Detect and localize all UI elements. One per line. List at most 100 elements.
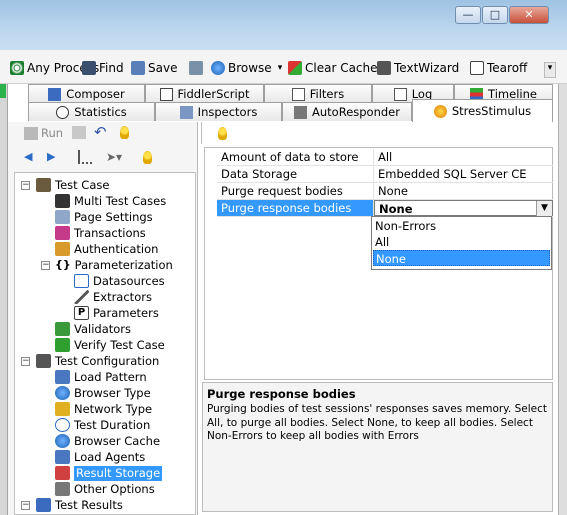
tree-item-browser-cache[interactable]: Browser Cache <box>55 433 160 449</box>
dropdown-arrow-icon[interactable]: ▼ <box>536 201 552 216</box>
cursor-icon[interactable]: ➤▾ <box>106 150 122 164</box>
tab-fiddlerscript[interactable]: FiddlerScript <box>145 84 264 103</box>
tree-item-validators[interactable]: Validators <box>55 321 131 337</box>
tree-item-parameters[interactable]: P Parameters <box>74 305 159 321</box>
datasource-icon <box>74 274 89 288</box>
camera-icon <box>189 61 203 75</box>
back-arrow-icon[interactable]: ◀ <box>24 150 32 163</box>
session-list-edge <box>0 84 8 515</box>
braces-icon: {} <box>55 258 71 271</box>
maximize-button[interactable]: □ <box>482 6 508 24</box>
checkmark-icon <box>55 338 70 352</box>
property-row[interactable]: Amount of data to store All <box>217 149 553 166</box>
tree-view-icon[interactable] <box>78 150 92 164</box>
results-icon <box>36 498 51 512</box>
target-icon <box>10 61 24 75</box>
transactions-icon <box>55 226 70 240</box>
inspectors-icon <box>179 105 193 119</box>
help-text: Purging bodies of test sessions' respons… <box>207 403 547 442</box>
wrench-icon <box>55 482 70 496</box>
tree-item-multi-test-cases[interactable]: Multi Test Cases <box>55 193 166 209</box>
tree-item-test-configuration[interactable]: Test Configuration <box>36 353 159 369</box>
divider <box>201 122 202 144</box>
multi-cases-icon <box>55 194 70 208</box>
tree-item-verify-test-case[interactable]: Verify Test Case <box>55 337 165 353</box>
find-button[interactable]: Find <box>82 59 124 77</box>
right-edge <box>558 84 567 515</box>
tearoff-button[interactable]: Tearoff <box>470 59 527 77</box>
clock-icon <box>55 418 70 432</box>
collapse-icon[interactable]: − <box>21 181 30 190</box>
collapse-icon[interactable]: − <box>41 261 50 270</box>
window-titlebar: — □ ✕ <box>0 0 567 50</box>
clear-cache-icon <box>288 61 302 75</box>
close-button[interactable]: ✕ <box>509 6 549 24</box>
globe-icon <box>55 386 70 400</box>
textwizard-button[interactable]: TextWizard <box>377 59 459 77</box>
property-row-selected[interactable]: Purge response bodies None ▼ <box>217 200 553 217</box>
tree-item-other-options[interactable]: Other Options <box>55 481 155 497</box>
tab-inspectors[interactable]: Inspectors <box>155 102 282 121</box>
briefcase-icon <box>36 178 51 192</box>
storage-icon <box>55 466 70 480</box>
tearoff-icon <box>470 61 484 75</box>
save-button[interactable]: Save <box>131 59 177 77</box>
globe-icon <box>55 434 70 448</box>
tree-item-network-type[interactable]: Network Type <box>55 401 152 417</box>
tab-stresstimulus[interactable]: StresStimulus <box>412 99 553 122</box>
log-icon <box>393 87 407 101</box>
page-settings-icon <box>55 210 70 224</box>
wand-icon <box>377 61 391 75</box>
clear-cache-button[interactable]: Clear Cache <box>288 59 378 77</box>
tree-item-page-settings[interactable]: Page Settings <box>55 209 153 225</box>
option-all[interactable]: All <box>373 234 550 250</box>
test-tree: − Test Case Multi Test Cases Page Settin… <box>14 172 196 515</box>
browse-button[interactable]: Browse ▾ <box>211 59 282 77</box>
validator-icon <box>55 322 70 336</box>
tree-item-authentication[interactable]: Authentication <box>55 241 158 257</box>
minimize-button[interactable]: — <box>455 6 481 24</box>
tree-item-load-agents[interactable]: Load Agents <box>55 449 145 465</box>
main-toolbar: Any Process Find Save Browse ▾ Clear Cac… <box>0 50 567 84</box>
dropdown-list: Non-Errors All None <box>371 216 552 270</box>
screenshot-button[interactable] <box>189 59 206 77</box>
collapse-icon[interactable]: − <box>21 357 30 366</box>
tree-item-transactions[interactable]: Transactions <box>55 225 146 241</box>
tab-composer[interactable]: Composer <box>28 84 145 103</box>
toolbar-overflow-icon[interactable]: ▾ <box>544 62 556 78</box>
lightning-icon <box>294 105 308 119</box>
tree-item-parameterization[interactable]: {} Parameterization <box>55 257 173 273</box>
network-icon <box>55 402 70 416</box>
lightbulb-icon[interactable] <box>143 151 152 164</box>
tree-item-test-case[interactable]: Test Case <box>36 177 109 193</box>
flag-icon <box>24 126 38 140</box>
tree-item-test-results[interactable]: Test Results <box>36 497 123 513</box>
tab-statistics[interactable]: Statistics <box>28 102 155 121</box>
stop-icon[interactable] <box>72 126 86 139</box>
tree-item-load-pattern[interactable]: Load Pattern <box>55 369 147 385</box>
composer-icon <box>48 87 62 101</box>
option-non-errors[interactable]: Non-Errors <box>373 218 550 234</box>
wrench-icon <box>36 354 51 368</box>
undo-icon[interactable]: ↶ <box>94 125 107 140</box>
purge-response-select[interactable]: None ▼ <box>374 200 553 216</box>
lightbulb-icon[interactable] <box>120 126 129 139</box>
lightbulb-icon[interactable] <box>218 127 227 140</box>
tree-item-extractors[interactable]: Extractors <box>74 289 152 305</box>
forward-arrow-icon[interactable]: ▶ <box>47 150 55 163</box>
globe-icon <box>211 61 225 75</box>
tree-item-datasources[interactable]: Datasources <box>74 273 165 289</box>
option-none[interactable]: None <box>373 250 550 266</box>
property-row[interactable]: Data Storage Embedded SQL Server CE <box>217 166 553 183</box>
tree-item-result-storage[interactable]: Result Storage <box>55 465 163 481</box>
tree-item-browser-type[interactable]: Browser Type <box>55 385 151 401</box>
tab-autoresponder[interactable]: AutoResponder <box>282 102 412 121</box>
property-row[interactable]: Purge request bodies None <box>217 183 553 200</box>
stresstimulus-icon <box>433 104 447 118</box>
collapse-icon[interactable]: − <box>21 501 30 510</box>
parameter-p-icon: P <box>74 306 89 320</box>
tab-filters[interactable]: Filters <box>264 84 372 103</box>
run-button[interactable]: Run <box>24 126 63 140</box>
tree-item-test-duration[interactable]: Test Duration <box>55 417 150 433</box>
script-icon <box>159 87 173 101</box>
